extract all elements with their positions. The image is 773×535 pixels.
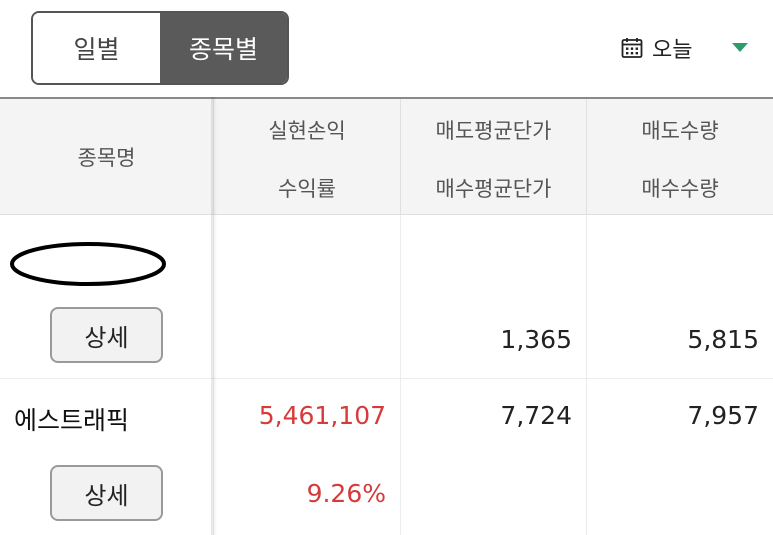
- sell-avg-price-value: 1,365: [500, 325, 572, 354]
- calendar-icon: [621, 38, 643, 58]
- header-buy-avg-price-label: 매수평균단가: [435, 177, 552, 201]
- date-range-select[interactable]: 오늘: [620, 28, 754, 68]
- tab-daily[interactable]: 일별: [33, 13, 160, 83]
- caret-down-icon: [732, 43, 748, 52]
- header-realized-pnl-label: 실현손익: [268, 119, 346, 143]
- realized-pnl-value: 5,461,107: [258, 401, 386, 430]
- top-bar: 일별 종목별 오늘: [0, 0, 773, 97]
- header-realized-pnl: 실현손익 수익률: [213, 99, 400, 215]
- table-row: 에스트래픽 상세 5,461,107 9.26% 7,724 7,957: [0, 379, 773, 535]
- cell-realized-pnl: 5,461,107 9.26%: [213, 379, 400, 535]
- cell-avg-price: 1,365: [400, 215, 586, 378]
- header-stock-name: 종목명: [0, 99, 213, 215]
- return-rate-value: 9.26%: [306, 479, 386, 508]
- redacted-name-mark: [10, 242, 166, 286]
- stock-name: 에스트래픽: [14, 406, 130, 435]
- frozen-column-shadow: [211, 97, 217, 535]
- header-sell-avg-price-label: 매도평균단가: [435, 119, 552, 143]
- cell-quantity: 5,815: [586, 215, 773, 378]
- header-avg-price: 매도평균단가 매수평균단가: [400, 99, 586, 215]
- cell-quantity: 7,957: [586, 379, 773, 535]
- sell-avg-price-value: 7,724: [500, 401, 572, 430]
- sell-qty-value: 5,815: [687, 325, 759, 354]
- header-stock-name-label: 종목명: [77, 146, 136, 170]
- header-buy-qty-label: 매수수량: [641, 177, 719, 201]
- table-row: 상세 1,365 5,815: [0, 215, 773, 379]
- date-range-label: 오늘: [652, 38, 693, 63]
- header-quantity: 매도수량 매수수량: [586, 99, 773, 215]
- cell-avg-price: 7,724: [400, 379, 586, 535]
- tab-by-stock[interactable]: 종목별: [160, 13, 287, 83]
- header-return-rate-label: 수익률: [278, 177, 336, 201]
- detail-button[interactable]: 상세: [50, 465, 163, 521]
- realized-pnl-table: 종목명 실현손익 수익률 매도평균단가 매수평균단가 매도수량 매수수량 상세 …: [0, 97, 773, 535]
- sell-qty-value: 7,957: [687, 401, 759, 430]
- header-sell-qty-label: 매도수량: [641, 119, 719, 143]
- cell-realized-pnl: [213, 215, 400, 378]
- table-header: 종목명 실현손익 수익률 매도평균단가 매수평균단가 매도수량 매수수량: [0, 97, 773, 215]
- view-mode-toggle: 일별 종목별: [31, 11, 289, 85]
- detail-button[interactable]: 상세: [50, 307, 163, 363]
